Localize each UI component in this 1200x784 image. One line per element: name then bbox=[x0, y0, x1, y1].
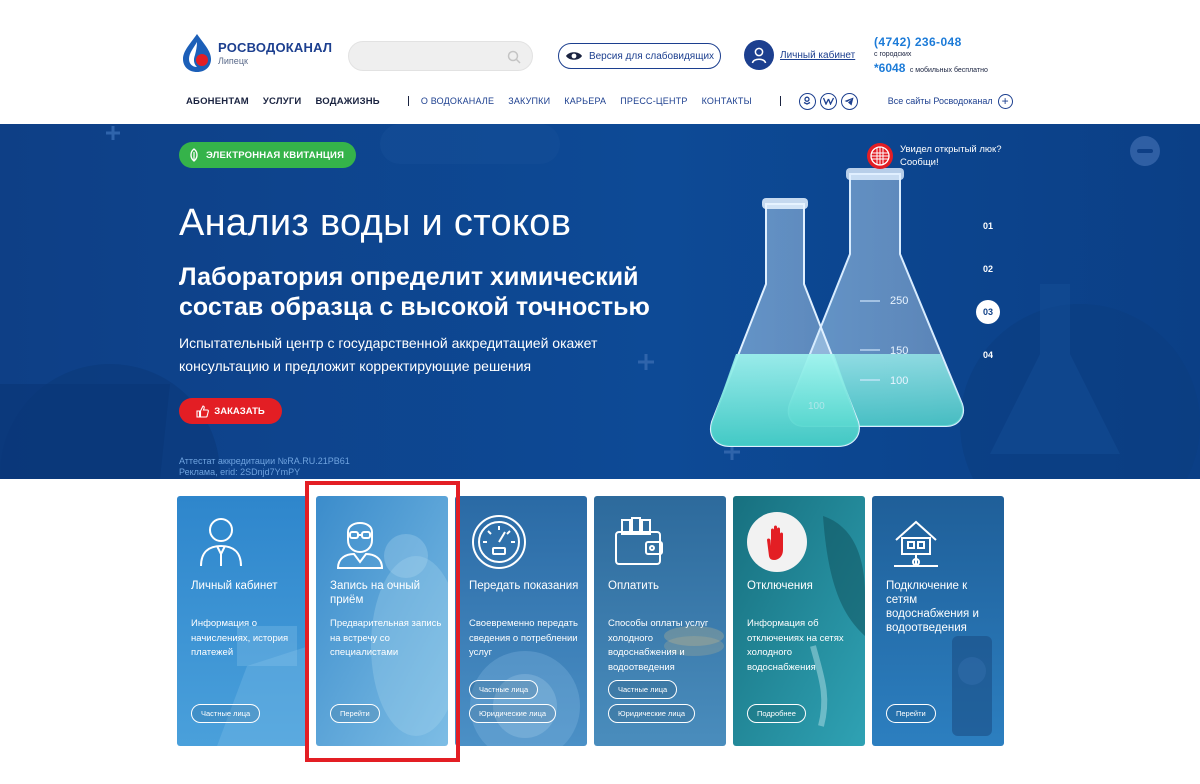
hero-banner: ЭЛЕКТРОННАЯ КВИТАНЦИЯ Анализ воды и сток… bbox=[0, 124, 1200, 479]
slide-dot-1[interactable]: 01 bbox=[976, 214, 1000, 238]
flask-mark: 100 bbox=[890, 375, 908, 387]
nav-contacts[interactable]: КОНТАКТЫ bbox=[702, 96, 752, 106]
phone-short[interactable]: *6048 bbox=[874, 61, 905, 75]
slide-dot-4[interactable]: 04 bbox=[976, 343, 1000, 367]
hero-subtitle: Лаборатория определит химический состав … bbox=[179, 263, 650, 321]
account-label: Личный кабинет bbox=[780, 49, 856, 61]
phone-short-note: с мобильных бесплатно bbox=[909, 67, 988, 74]
card-personal-account[interactable]: Личный кабинет Информация о начислениях,… bbox=[177, 496, 309, 746]
ad-disclaimer: Аттестат аккредитации №RA.RU.21PB61 Рекл… bbox=[179, 456, 350, 478]
user-icon bbox=[751, 47, 767, 64]
nav-divider bbox=[779, 96, 781, 106]
minus-icon[interactable] bbox=[1130, 136, 1160, 166]
card-title: Подключение к сетям водоснабжения и водо… bbox=[886, 580, 979, 634]
card-title: Личный кабинет bbox=[191, 580, 278, 592]
nav-divider bbox=[407, 96, 409, 106]
main-nav: АБОНЕНТАМ УСЛУГИ ВОДАЖИЗНЬ О ВОДОКАНАЛЕ … bbox=[186, 92, 1016, 110]
search-input[interactable] bbox=[359, 48, 504, 66]
phone-block: (4742) 236-048 с городских *6048 с мобил… bbox=[874, 35, 988, 77]
card-meter-readings[interactable]: Передать показания Своевременно передать… bbox=[455, 496, 587, 746]
card-title: Запись на очный приём bbox=[330, 580, 421, 606]
card-pill-go[interactable]: Перейти bbox=[886, 704, 936, 723]
order-label: ЗАКАЗАТЬ bbox=[214, 405, 265, 417]
all-sites-link[interactable]: Все сайты Росводоканал + bbox=[887, 93, 1013, 109]
card-pill-legal[interactable]: Юридические лица bbox=[608, 704, 696, 723]
card-title: Оплатить bbox=[608, 580, 659, 592]
account-link[interactable]: Личный кабинет bbox=[744, 40, 855, 70]
vk-icon[interactable] bbox=[819, 92, 837, 110]
card-payment[interactable]: Оплатить Способы оплаты услуг холодного … bbox=[594, 496, 726, 746]
hero-description: Испытательный центр с государственной ак… bbox=[179, 335, 598, 374]
house-connection-icon bbox=[894, 520, 938, 567]
nav-career[interactable]: КАРЬЕРА bbox=[564, 96, 606, 106]
person-icon bbox=[200, 518, 242, 567]
telegram-icon[interactable] bbox=[840, 92, 858, 110]
card-connection[interactable]: Подключение к сетям водоснабжения и водо… bbox=[872, 496, 1004, 746]
plus-icon: + bbox=[997, 93, 1013, 109]
lab-flasks-illustration: 250 150 100 100 bbox=[710, 168, 964, 447]
open-hatch-text: Увидел открытый люк? Сообщи! bbox=[900, 144, 1002, 168]
card-pill-legal[interactable]: Юридические лица bbox=[469, 704, 557, 723]
order-button[interactable]: ЗАКАЗАТЬ bbox=[179, 398, 282, 424]
card-outages[interactable]: Отключения Информация об отключениях на … bbox=[733, 496, 865, 746]
all-sites-label: Все сайты Росводоканал bbox=[887, 96, 993, 106]
low-vision-label: Версия для слабовидящих bbox=[588, 50, 715, 62]
avatar bbox=[744, 40, 774, 70]
card-appointment[interactable]: Запись на очный приём Предварительная за… bbox=[316, 496, 448, 746]
hero-title: Анализ воды и стоков bbox=[179, 202, 572, 244]
nav-press[interactable]: ПРЕСС-ЦЕНТР bbox=[620, 96, 687, 106]
e-receipt-label: ЭЛЕКТРОННАЯ КВИТАНЦИЯ bbox=[206, 149, 345, 161]
e-receipt-button[interactable]: ЭЛЕКТРОННАЯ КВИТАНЦИЯ bbox=[179, 142, 357, 168]
ok-icon[interactable] bbox=[798, 92, 816, 110]
manhole-icon bbox=[867, 143, 893, 169]
card-text: Способы оплаты услуг холодного водоснабж… bbox=[608, 618, 709, 673]
flask-mark: 250 bbox=[890, 295, 908, 307]
open-hatch-report[interactable]: Увидел открытый люк? Сообщи! bbox=[866, 142, 1012, 170]
nav-water-life[interactable]: ВОДАЖИЗНЬ bbox=[315, 96, 379, 107]
card-pill-go[interactable]: Перейти bbox=[330, 704, 380, 723]
meter-icon bbox=[472, 515, 526, 569]
specialist-icon bbox=[336, 522, 384, 569]
leaf-icon bbox=[190, 148, 198, 162]
slide-dot-2[interactable]: 02 bbox=[976, 257, 1000, 281]
site-header: РОСВОДОКАНАЛ Липецк Версия для слабовидя… bbox=[0, 0, 1200, 124]
slider-pagination: 01 02 03 04 bbox=[976, 214, 1000, 386]
nav-services[interactable]: УСЛУГИ bbox=[263, 96, 302, 107]
service-cards: Личный кабинет Информация о начислениях,… bbox=[177, 496, 1007, 746]
card-title: Отключения bbox=[747, 580, 813, 592]
low-vision-button[interactable]: Версия для слабовидящих bbox=[558, 43, 721, 69]
card-pill-private[interactable]: Частные лица bbox=[608, 680, 678, 699]
ad-erid-note: Реклама, erid: 2SDnjd7YmPY bbox=[179, 467, 301, 477]
thumbs-up-icon bbox=[196, 404, 210, 418]
card-text: Своевременно передать сведения о потребл… bbox=[469, 618, 578, 658]
card-text: Информация о начислениях, история платеж… bbox=[191, 618, 289, 658]
logo-brand: РОСВОДОКАНАЛ bbox=[218, 40, 333, 55]
card-title: Передать показания bbox=[469, 580, 579, 592]
wallet-icon bbox=[615, 517, 663, 565]
card-pill-private[interactable]: Частные лица bbox=[469, 680, 539, 699]
eye-icon bbox=[565, 52, 582, 60]
search-box bbox=[348, 41, 533, 71]
stop-hand-icon bbox=[747, 512, 807, 572]
accreditation-note: Аттестат аккредитации №RA.RU.21PB61 bbox=[179, 456, 350, 466]
nav-subscribers[interactable]: АБОНЕНТАМ bbox=[186, 96, 249, 107]
card-pill-more[interactable]: Подробнее bbox=[747, 704, 806, 723]
slide-dot-3[interactable]: 03 bbox=[976, 300, 1000, 324]
card-text: Предварительная запись на встречу со спе… bbox=[330, 618, 442, 658]
social-links bbox=[798, 92, 858, 110]
phone-main-note: с городских bbox=[874, 51, 912, 58]
flask-mark: 100 bbox=[808, 401, 825, 412]
nav-about[interactable]: О ВОДОКАНАЛЕ bbox=[421, 96, 494, 106]
logo-city: Липецк bbox=[218, 56, 248, 66]
logo-drop-icon bbox=[183, 34, 211, 72]
search-icon[interactable] bbox=[506, 49, 522, 65]
nav-purchases[interactable]: ЗАКУПКИ bbox=[508, 96, 550, 106]
logo[interactable]: РОСВОДОКАНАЛ Липецк bbox=[180, 32, 332, 74]
phone-main[interactable]: (4742) 236-048 bbox=[874, 35, 988, 49]
card-pill-private[interactable]: Частные лица bbox=[191, 704, 261, 723]
card-text: Информация об отключениях на сетях холод… bbox=[747, 618, 844, 673]
flask-mark: 150 bbox=[890, 345, 908, 357]
